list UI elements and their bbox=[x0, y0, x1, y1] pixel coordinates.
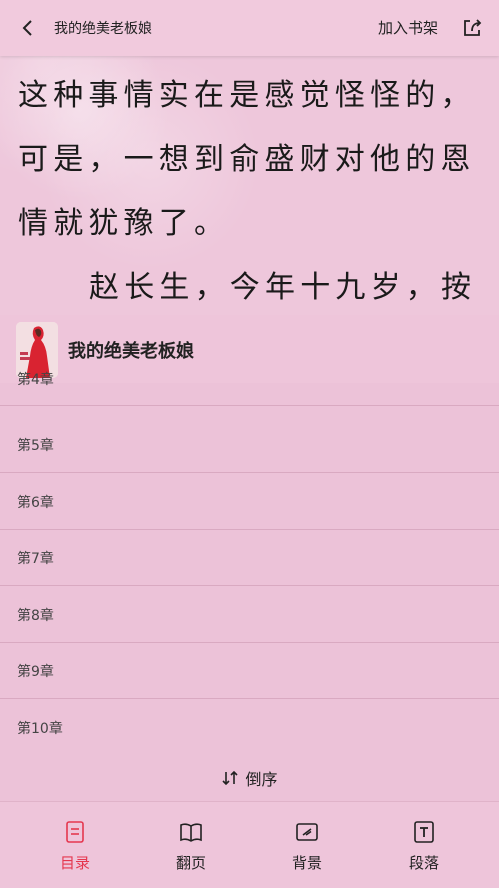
chapter-label: 第10章 bbox=[17, 721, 63, 737]
text-line: 情就犹豫了。 bbox=[18, 206, 230, 241]
chapter-label: 第7章 bbox=[17, 551, 54, 567]
top-bar: 我的绝美老板娘 加入书架 bbox=[0, 0, 499, 56]
chapter-text: 这种事情实在是感觉怪怪的， 可是，一想到俞盛财对他的恩 情就犹豫了。 赵长生，今… bbox=[18, 64, 488, 320]
nav-page-turn[interactable]: 翻页 bbox=[129, 802, 253, 888]
sort-arrows-icon bbox=[222, 770, 239, 786]
chapter-label: 第9章 bbox=[17, 664, 54, 680]
chapter-item[interactable]: 第4章 bbox=[0, 372, 499, 406]
chapter-label: 第5章 bbox=[17, 438, 54, 454]
chapter-item[interactable]: 第10章 bbox=[0, 699, 499, 755]
share-button[interactable] bbox=[458, 14, 486, 42]
share-icon bbox=[464, 19, 482, 36]
chapter-label: 第4章 bbox=[17, 372, 54, 388]
chapter-label: 第6章 bbox=[17, 495, 54, 511]
nav-label: 段落 bbox=[408, 854, 439, 872]
chapter-item[interactable]: 第6章 bbox=[0, 473, 499, 530]
chapter-label: 第8章 bbox=[17, 608, 54, 624]
back-button[interactable] bbox=[14, 14, 42, 42]
bottom-navigation: 目录 翻页 背景 段落 bbox=[0, 801, 499, 888]
nav-paragraph[interactable]: 段落 bbox=[362, 802, 486, 888]
chapter-item[interactable]: 第8章 bbox=[0, 586, 499, 643]
sort-toggle-button[interactable]: 倒序 bbox=[0, 755, 499, 801]
book-title: 我的绝美老板娘 bbox=[68, 341, 194, 362]
add-to-shelf-button[interactable]: 加入书架 bbox=[378, 17, 438, 38]
nav-contents[interactable]: 目录 bbox=[13, 802, 137, 888]
text-line: 可是，一想到俞盛财对他的恩 bbox=[18, 142, 476, 177]
nav-label: 目录 bbox=[59, 854, 90, 872]
sort-label: 倒序 bbox=[245, 770, 278, 789]
text-line: 这种事情实在是感觉怪怪的， bbox=[18, 78, 476, 113]
list-icon bbox=[66, 821, 84, 843]
chapter-item[interactable]: 第7章 bbox=[0, 529, 499, 586]
chevron-left-icon bbox=[22, 20, 32, 36]
table-of-contents-panel: 我的绝美老板娘 第4章 第5章 第6章 第7章 第8章 第9章 第10章 倒序 bbox=[0, 315, 499, 801]
chapter-item[interactable]: 第9章 bbox=[0, 642, 499, 699]
book-title-header: 我的绝美老板娘 bbox=[54, 21, 152, 37]
background-icon bbox=[296, 823, 318, 841]
nav-label: 背景 bbox=[291, 854, 322, 872]
text-format-icon bbox=[414, 821, 434, 843]
nav-label: 翻页 bbox=[175, 854, 206, 872]
book-open-icon bbox=[180, 823, 202, 842]
nav-background[interactable]: 背景 bbox=[245, 802, 369, 888]
text-line: 赵长生，今年十九岁，按 bbox=[89, 270, 477, 305]
chapter-item[interactable]: 第5章 bbox=[0, 416, 499, 473]
